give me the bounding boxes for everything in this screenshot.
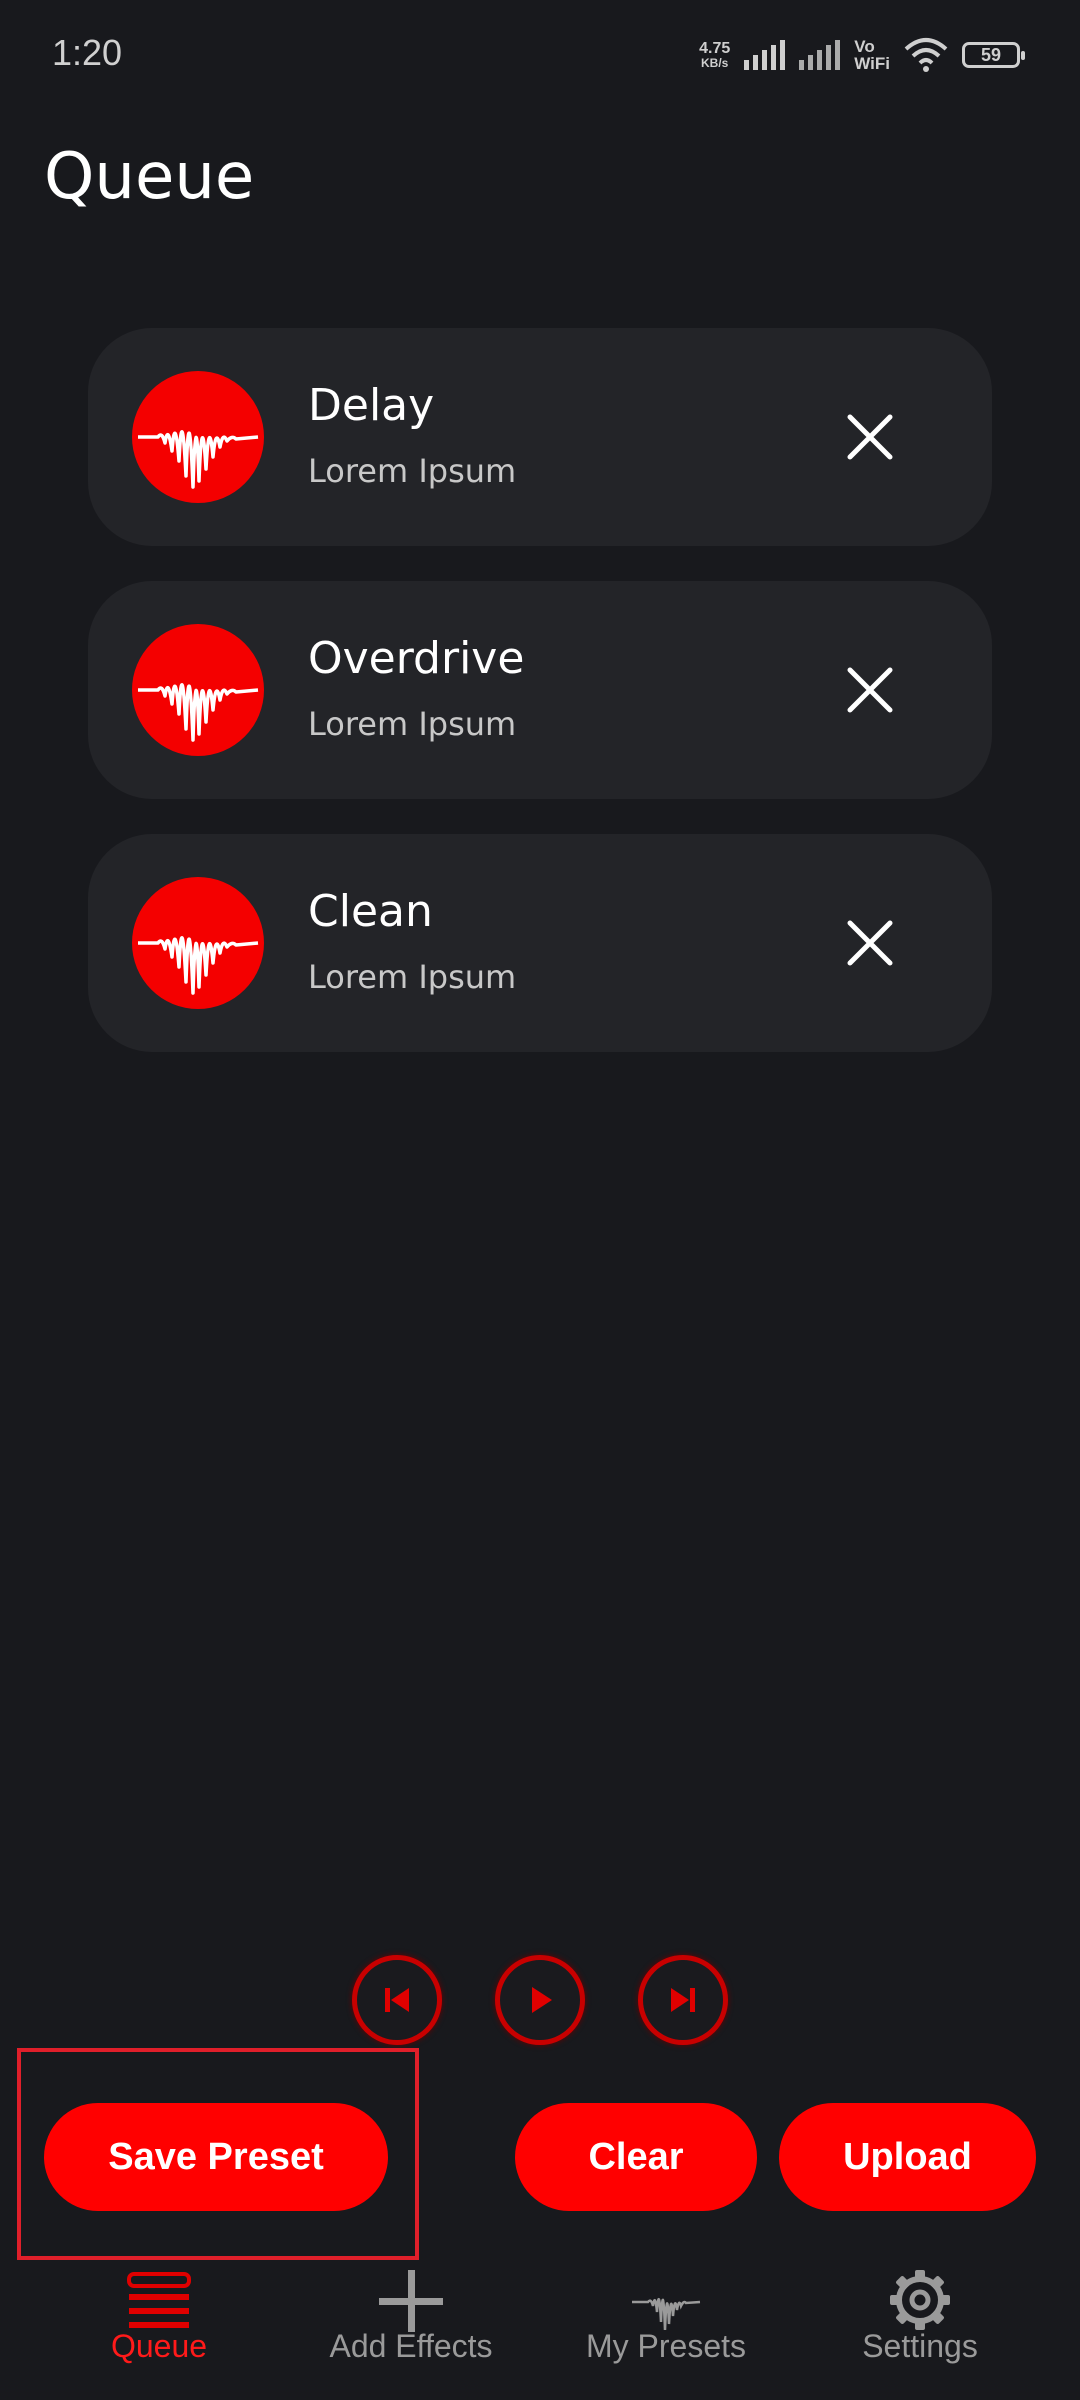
vowifi-indicator: Vo WiFi xyxy=(854,37,890,73)
play-button[interactable] xyxy=(495,1955,585,2045)
close-icon xyxy=(847,667,893,713)
upload-button[interactable]: Upload xyxy=(779,2103,1036,2211)
play-icon xyxy=(532,1987,552,2013)
remove-button[interactable] xyxy=(840,913,900,973)
previous-button[interactable] xyxy=(352,1955,442,2045)
close-icon xyxy=(847,920,893,966)
wifi-icon xyxy=(904,38,948,72)
effect-subtitle: Lorem Ipsum xyxy=(308,705,517,743)
nav-item-settings[interactable]: Settings xyxy=(785,2250,1055,2400)
waveform-icon xyxy=(132,371,264,503)
waveform-icon xyxy=(132,624,264,756)
bottom-nav: Queue Add Effects My Presets Settings xyxy=(0,2250,1080,2400)
effect-title: Delay xyxy=(308,380,435,431)
effect-subtitle: Lorem Ipsum xyxy=(308,958,517,996)
network-speed: 4.75 KB/s xyxy=(699,40,731,70)
effect-title: Clean xyxy=(308,886,433,937)
next-button[interactable] xyxy=(638,1955,728,2045)
save-preset-button[interactable]: Save Preset xyxy=(44,2103,388,2211)
nav-label: Settings xyxy=(862,2328,978,2364)
queue-item[interactable]: Overdrive Lorem Ipsum xyxy=(88,581,992,799)
queue-item[interactable]: Clean Lorem Ipsum xyxy=(88,834,992,1052)
queue-list: Delay Lorem Ipsum Overdrive Lorem Ipsum … xyxy=(88,328,992,1087)
signal-icon xyxy=(799,40,841,70)
nav-label: Queue xyxy=(110,2328,208,2364)
waveform-icon xyxy=(132,877,264,1009)
transport-controls xyxy=(0,1955,1080,2055)
nav-label: My Presets xyxy=(585,2328,747,2364)
remove-button[interactable] xyxy=(840,407,900,467)
effect-title: Overdrive xyxy=(308,633,525,684)
signal-icon xyxy=(744,40,786,70)
nav-item-my-presets[interactable]: My Presets xyxy=(531,2250,801,2400)
nav-item-queue[interactable]: Queue xyxy=(24,2250,294,2400)
status-icons: 4.75 KB/s Vo WiFi 59 xyxy=(699,30,1025,80)
nav-item-add-effects[interactable]: Add Effects xyxy=(276,2250,546,2400)
status-bar: 1:20 4.75 KB/s Vo WiFi 59 xyxy=(0,0,1080,110)
skip-next-icon xyxy=(671,1988,695,2012)
remove-button[interactable] xyxy=(840,660,900,720)
close-icon xyxy=(847,414,893,460)
nav-label: Add Effects xyxy=(329,2328,493,2364)
queue-item[interactable]: Delay Lorem Ipsum xyxy=(88,328,992,546)
battery-icon: 59 xyxy=(962,42,1025,68)
skip-previous-icon xyxy=(385,1988,409,2012)
clear-button[interactable]: Clear xyxy=(515,2103,757,2211)
effect-subtitle: Lorem Ipsum xyxy=(308,452,517,490)
status-time: 1:20 xyxy=(52,32,123,73)
page-title: Queue xyxy=(44,140,255,214)
